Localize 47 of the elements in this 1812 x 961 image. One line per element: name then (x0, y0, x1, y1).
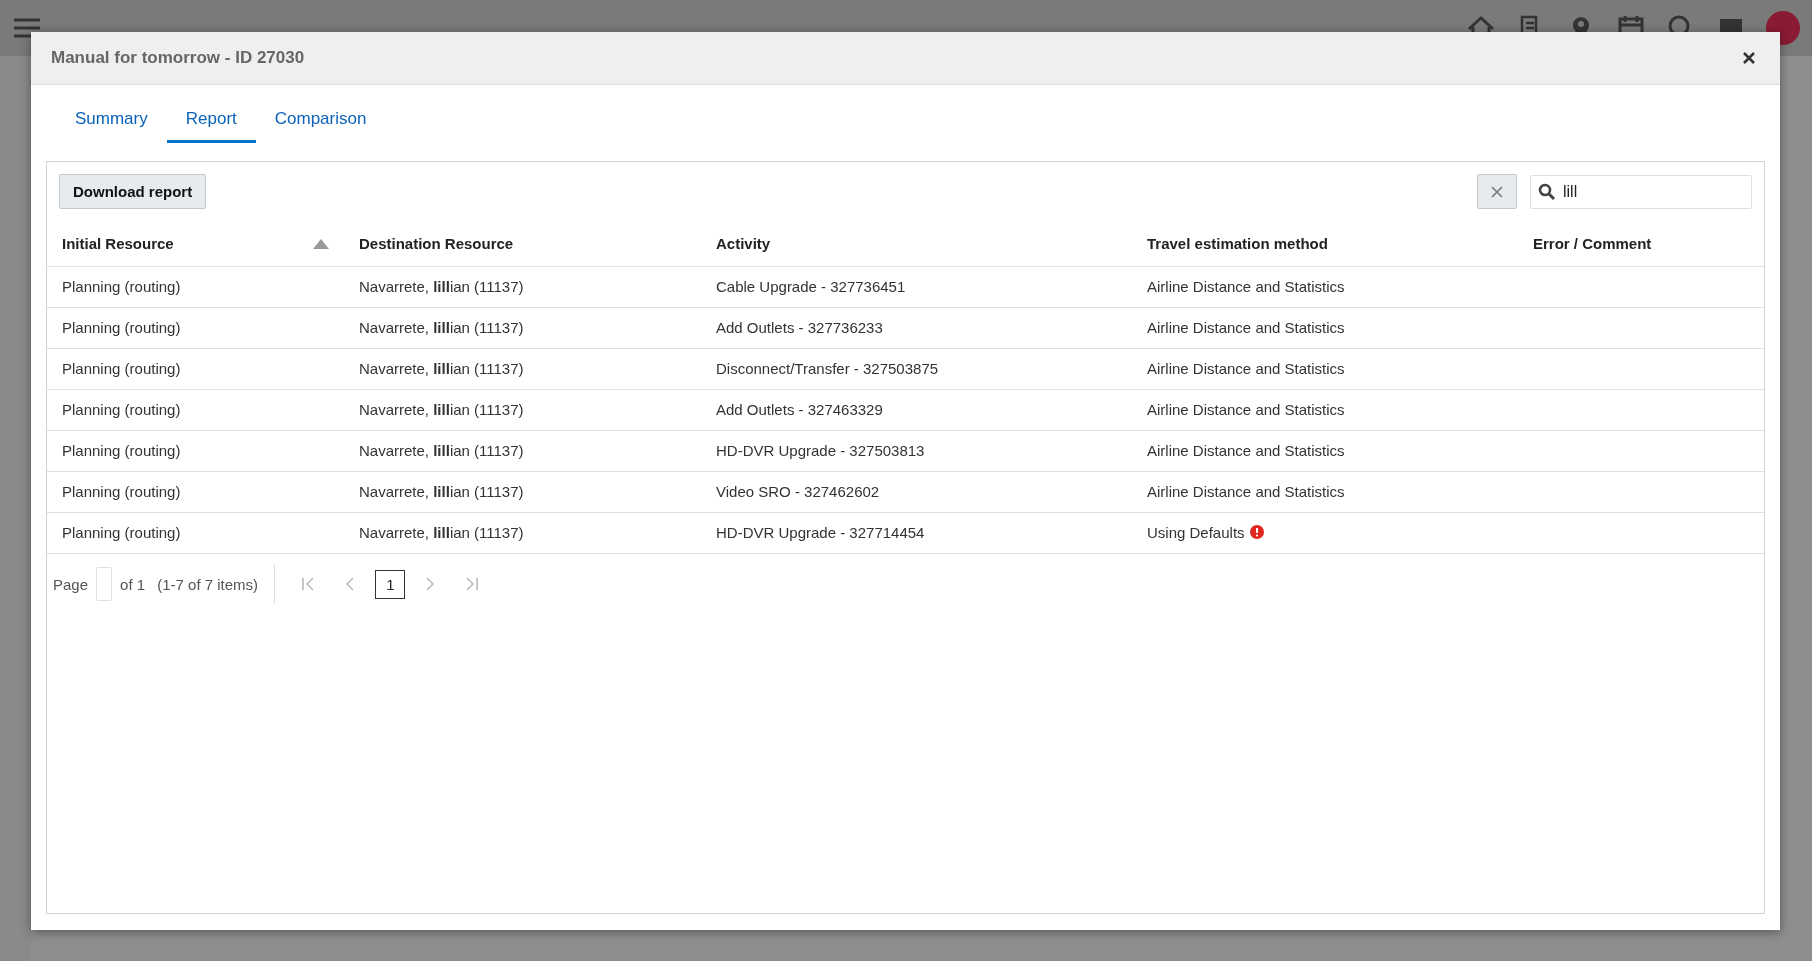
tab[interactable]: Summary (56, 99, 167, 143)
table-cell: Planning (routing) (62, 442, 181, 459)
table-cell: HD-DVR Upgrade - 327714454 (716, 524, 925, 541)
table-cell: Cable Upgrade - 327736451 (716, 278, 906, 295)
table-cell: Airline Distance and Statistics (1147, 360, 1345, 377)
table-cell: HD-DVR Upgrade - 327503813 (716, 442, 925, 459)
table-cell: Navarrete, lillian (11137) (359, 401, 524, 418)
table-cell: Airline Distance and Statistics (1147, 278, 1345, 295)
table-cell: Planning (routing) (62, 524, 181, 541)
table-cell: Airline Distance and Statistics (1147, 442, 1345, 459)
page-label: Page (53, 575, 89, 593)
table-cell: Planning (routing) (62, 278, 181, 295)
table-cell: Add Outlets - 327736233 (716, 319, 883, 336)
column-header[interactable]: Travel estimation method (1147, 235, 1328, 252)
table-cell: Planning (routing) (62, 483, 181, 500)
table-cell: Airline Distance and Statistics (1147, 483, 1345, 500)
column-header[interactable]: Activity (716, 235, 771, 252)
search-field[interactable]: lill (1530, 174, 1752, 209)
table-cell: Navarrete, lillian (11137) (359, 524, 524, 541)
page-count: of 1 (120, 575, 146, 593)
table-cell: Airline Distance and Statistics (1147, 319, 1345, 336)
table-cell: Navarrete, lillian (11137) (359, 319, 524, 336)
column-header[interactable]: Destination Resource (359, 235, 514, 252)
tab[interactable]: Report (166, 99, 256, 143)
download-report-button[interactable]: Download report (59, 174, 207, 209)
table-cell: Planning (routing) (62, 319, 181, 336)
items-count: (1-7 of 7 items) (156, 575, 259, 593)
column-header[interactable]: Error / Comment (1533, 235, 1652, 252)
clear-icon (1491, 185, 1503, 198)
page-input[interactable] (96, 567, 113, 601)
table-cell: Using Defaults (1147, 524, 1245, 541)
table-cell: Video SRO - 327462602 (716, 483, 880, 500)
page-button[interactable]: 1 (375, 569, 406, 599)
table-cell: Disconnect/Transfer - 327503875 (716, 360, 939, 377)
tab[interactable]: Comparison (255, 99, 386, 143)
table-cell: Add Outlets - 327463329 (716, 401, 883, 418)
table-cell: Airline Distance and Statistics (1147, 401, 1345, 418)
sort-ascending-icon[interactable] (313, 238, 329, 249)
table-cell: Navarrete, lillian (11137) (359, 360, 524, 377)
dialog-title: Manual for tomorrow - ID 27030 (51, 48, 306, 68)
table-cell: Navarrete, lillian (11137) (359, 278, 524, 295)
search-icon (1538, 182, 1556, 201)
table-cell: Navarrete, lillian (11137) (359, 483, 524, 500)
table-cell: Navarrete, lillian (11137) (359, 442, 524, 459)
column-header[interactable]: Initial Resource (62, 235, 174, 252)
table-cell: Planning (routing) (62, 360, 181, 377)
table-cell: Planning (routing) (62, 401, 181, 418)
